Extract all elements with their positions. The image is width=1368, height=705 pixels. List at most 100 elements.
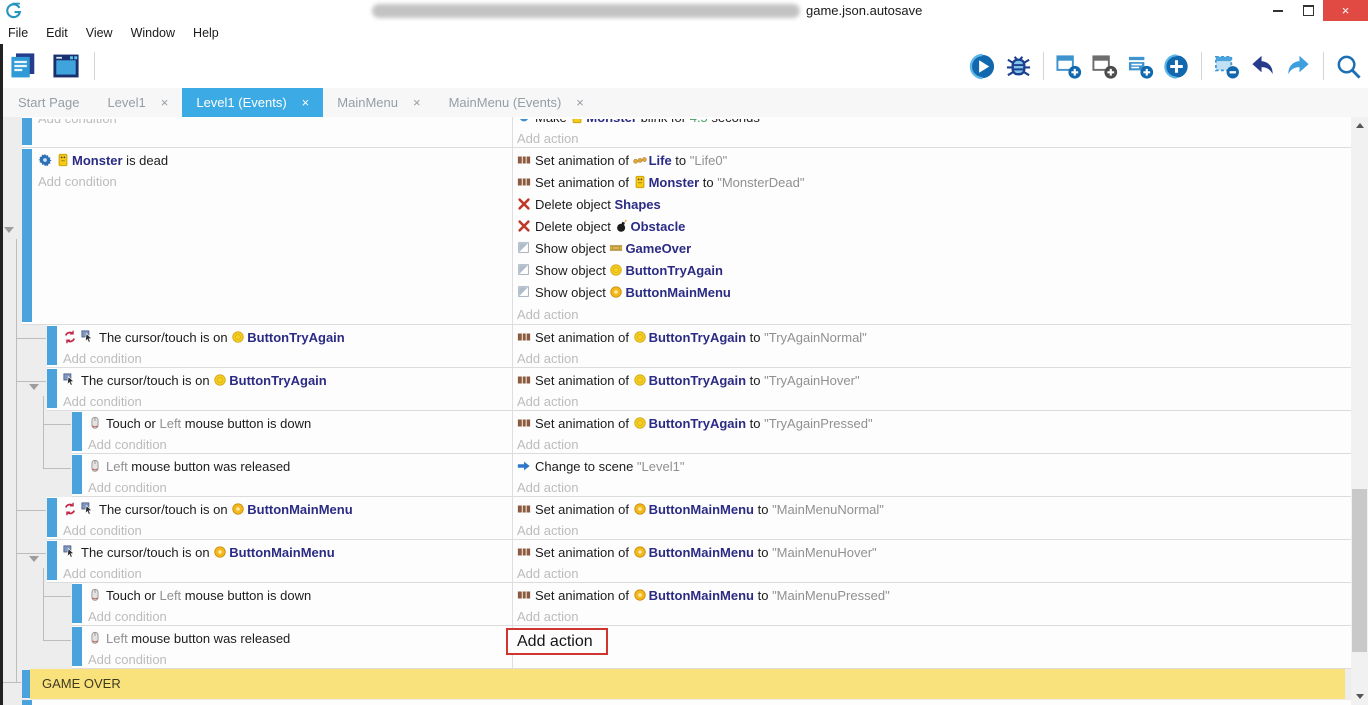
project-manager-icon[interactable] [8,50,40,82]
close-button[interactable]: × [1323,0,1368,21]
collapse-arrow-icon[interactable] [29,556,39,562]
tab-level1[interactable]: Level1× [93,88,182,117]
event-selection-bar[interactable] [22,149,32,322]
add-action-button[interactable]: Add action [517,434,1347,453]
add-action-button[interactable]: Add action [517,477,1347,496]
add-condition-button[interactable]: Add condition [88,477,506,496]
scrollbar-thumb[interactable] [1352,489,1367,652]
tab-close-icon[interactable]: × [576,95,584,110]
maximize-button[interactable] [1293,0,1323,21]
column-divider [512,411,513,453]
button-main-menu-icon [633,545,647,559]
add-action-button[interactable]: Add action [517,348,1347,367]
preview-play-icon[interactable] [969,53,996,80]
add-event-icon[interactable] [1055,53,1082,80]
action-row[interactable]: Change to scene "Level1" [517,456,1347,477]
scroll-up-button[interactable] [1351,117,1368,134]
menu-window[interactable]: Window [122,26,184,40]
menu-help[interactable]: Help [184,26,228,40]
add-condition-button[interactable]: Add condition [63,348,506,367]
comment-event[interactable]: GAME OVER [22,669,1345,699]
undo-icon[interactable] [1249,53,1276,80]
action-row[interactable]: Set animation of ButtonTryAgain to "TryA… [517,327,1347,348]
event-selection-bar[interactable] [72,584,82,623]
add-condition-button[interactable]: Add condition [38,119,506,129]
add-action-button[interactable]: Add action [517,391,1347,410]
condition-row[interactable]: The cursor/touch is on ButtonMainMenu [63,499,506,520]
add-condition-button[interactable]: Add condition [63,391,506,410]
action-row[interactable]: Set animation of ButtonTryAgain to "TryA… [517,413,1347,434]
event-selection-bar[interactable] [72,627,82,666]
event-selection-bar[interactable] [47,541,57,580]
add-condition-button[interactable]: Add condition [88,434,506,453]
remove-event-icon[interactable] [1213,53,1240,80]
scroll-down-button[interactable] [1351,688,1368,705]
condition-row[interactable]: The cursor/touch is on ButtonTryAgain [63,327,506,348]
condition-row[interactable]: The cursor/touch is on ButtonTryAgain [63,370,506,391]
menu-file[interactable]: File [0,26,37,40]
vertical-scrollbar[interactable] [1351,117,1368,705]
action-row[interactable]: Set animation of ButtonMainMenu to "Main… [517,542,1347,563]
condition-row[interactable]: Touch or Left mouse button is down [88,585,506,606]
collapse-arrow-icon[interactable] [4,227,14,233]
event-selection-bar[interactable] [47,326,57,365]
scene-editor-window-icon[interactable] [50,50,82,82]
condition-row[interactable]: Monster is dead [38,150,506,171]
tab-close-icon[interactable]: × [161,95,169,110]
add-condition-button[interactable]: Add condition [63,563,506,582]
condition-row[interactable]: Left mouse button was released [88,456,506,477]
add-other-event-icon[interactable] [1163,53,1190,80]
column-divider [512,117,513,147]
tab-mainmenu[interactable]: MainMenu× [323,88,434,117]
menu-edit[interactable]: Edit [37,26,77,40]
add-action-button[interactable]: Add action [517,520,1347,539]
event-row: The cursor/touch is on ButtonMainMenu Ad… [47,540,1351,583]
action-row[interactable]: Set animation of ButtonTryAgain to "TryA… [517,370,1347,391]
menu-view[interactable]: View [77,26,122,40]
add-action-button[interactable]: Add action [517,606,1347,625]
condition-row[interactable]: Touch or Left mouse button is down [88,413,506,434]
action-row[interactable]: Delete object Shapes [517,194,1347,216]
collapse-arrow-icon[interactable] [29,384,39,390]
event-selection-bar[interactable] [47,369,57,408]
action-row[interactable]: Set animation of ButtonMainMenu to "Main… [517,585,1347,606]
search-icon[interactable] [1335,53,1362,80]
show-object-icon [517,241,531,255]
debugger-bug-icon[interactable] [1005,53,1032,80]
maximize-icon [1303,5,1314,16]
action-row[interactable]: Set animation of Life to "Life0" [517,150,1347,172]
highlighted-add-action-button[interactable]: Add action [506,628,608,655]
event-selection-bar[interactable] [22,118,32,145]
add-condition-button[interactable]: Add condition [88,649,506,668]
action-row[interactable]: Set animation of Monster to "MonsterDead… [517,172,1347,194]
action-row[interactable]: Set animation of ButtonMainMenu to "Main… [517,499,1347,520]
add-condition-button[interactable]: Add condition [63,520,506,539]
event-selection-bar[interactable] [22,670,30,698]
add-condition-button[interactable]: Add condition [38,171,506,192]
condition-row[interactable]: Left mouse button was released [88,628,506,649]
event-selection-bar[interactable] [47,498,57,537]
redo-icon[interactable] [1285,53,1312,80]
add-action-button[interactable]: Add action [517,304,1347,325]
action-row[interactable]: Show object ButtonMainMenu [517,282,1347,304]
add-comment-icon[interactable] [1127,53,1154,80]
add-condition-button[interactable]: Add condition [88,606,506,625]
action-row[interactable]: Make Monster blink for 4.5 seconds [517,119,1347,128]
tab-mainmenu-events[interactable]: MainMenu (Events)× [435,88,598,117]
action-row[interactable]: Delete object Obstacle [517,216,1347,238]
action-row[interactable]: Show object GameOver [517,238,1347,260]
add-sub-event-icon[interactable] [1091,53,1118,80]
tab-close-icon[interactable]: × [413,95,421,110]
tab-start-page[interactable]: Start Page [4,88,93,117]
add-action-button[interactable]: Add action [517,128,1347,148]
tab-close-icon[interactable]: × [302,95,310,110]
event-selection-bar[interactable] [72,455,82,494]
action-row[interactable]: Show object ButtonTryAgain [517,260,1347,282]
comment-text[interactable]: GAME OVER [30,669,1345,699]
add-action-button[interactable]: Add action [517,563,1347,582]
tab-level1-events[interactable]: Level1 (Events)× [182,88,323,117]
event-selection-bar[interactable] [22,700,32,705]
minimize-button[interactable] [1263,0,1293,21]
event-selection-bar[interactable] [72,412,82,451]
condition-row[interactable]: The cursor/touch is on ButtonMainMenu [63,542,506,563]
